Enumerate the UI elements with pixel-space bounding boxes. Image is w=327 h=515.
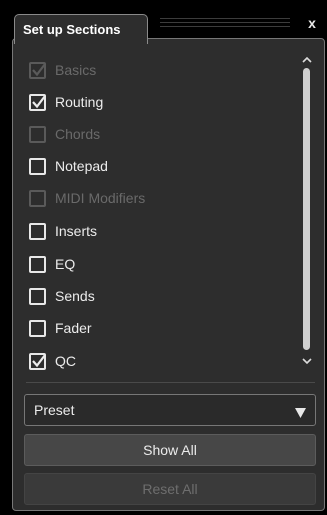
close-button[interactable]: x xyxy=(301,12,323,34)
scroll-down-icon[interactable] xyxy=(300,354,314,368)
show-all-button[interactable]: Show All xyxy=(24,434,316,466)
divider xyxy=(26,382,315,383)
section-label: Inserts xyxy=(55,223,98,239)
section-item-fader[interactable]: Fader xyxy=(29,316,289,340)
reset-all-button[interactable]: Reset All xyxy=(24,473,316,505)
section-label: MIDI Modifiers xyxy=(55,190,146,206)
notepad-checkbox[interactable] xyxy=(29,157,46,175)
qc-checkbox[interactable] xyxy=(29,352,46,370)
section-label: EQ xyxy=(55,256,76,272)
section-item-notepad[interactable]: Notepad xyxy=(29,154,289,178)
section-label: Basics xyxy=(55,62,97,78)
fader-checkbox[interactable] xyxy=(29,319,46,337)
section-item-midi-modifiers: MIDI Modifiers xyxy=(29,186,289,210)
eq-checkbox[interactable] xyxy=(29,255,46,273)
section-label: Chords xyxy=(55,126,101,142)
reset-all-label: Reset All xyxy=(142,481,198,497)
inserts-checkbox[interactable] xyxy=(29,222,46,240)
close-icon: x xyxy=(308,15,316,31)
section-label: QC xyxy=(55,353,76,369)
section-label: Fader xyxy=(55,320,92,336)
drag-handle[interactable] xyxy=(160,14,290,34)
show-all-label: Show All xyxy=(143,442,197,458)
checkmark-icon xyxy=(32,353,46,367)
section-item-eq[interactable]: EQ xyxy=(29,252,289,276)
routing-checkbox[interactable] xyxy=(29,93,46,111)
midi-modifiers-checkbox xyxy=(29,189,46,207)
section-item-routing[interactable]: Routing xyxy=(29,90,289,114)
preset-value: Preset xyxy=(34,402,75,418)
section-item-inserts[interactable]: Inserts xyxy=(29,219,289,243)
section-label: Routing xyxy=(55,94,104,110)
section-item-basics: Basics xyxy=(29,58,289,82)
section-label: Sends xyxy=(55,288,95,304)
chords-checkbox xyxy=(29,125,46,143)
section-item-qc[interactable]: QC xyxy=(29,349,289,373)
sends-checkbox[interactable] xyxy=(29,287,46,305)
basics-checkbox xyxy=(29,61,46,79)
section-label: Notepad xyxy=(55,158,108,174)
section-item-chords: Chords xyxy=(29,122,289,146)
preset-dropdown[interactable]: Preset xyxy=(24,394,316,426)
scrollbar-thumb[interactable] xyxy=(303,68,310,350)
triangle-down-icon xyxy=(295,405,306,421)
tab-label: Set up Sections xyxy=(23,22,121,37)
scroll-up-icon[interactable] xyxy=(300,52,314,66)
checkmark-icon xyxy=(32,94,46,108)
section-item-sends[interactable]: Sends xyxy=(29,284,289,308)
list-scrollbar[interactable] xyxy=(300,52,314,370)
tab-connector xyxy=(15,37,147,41)
checkmark-icon xyxy=(32,62,46,76)
